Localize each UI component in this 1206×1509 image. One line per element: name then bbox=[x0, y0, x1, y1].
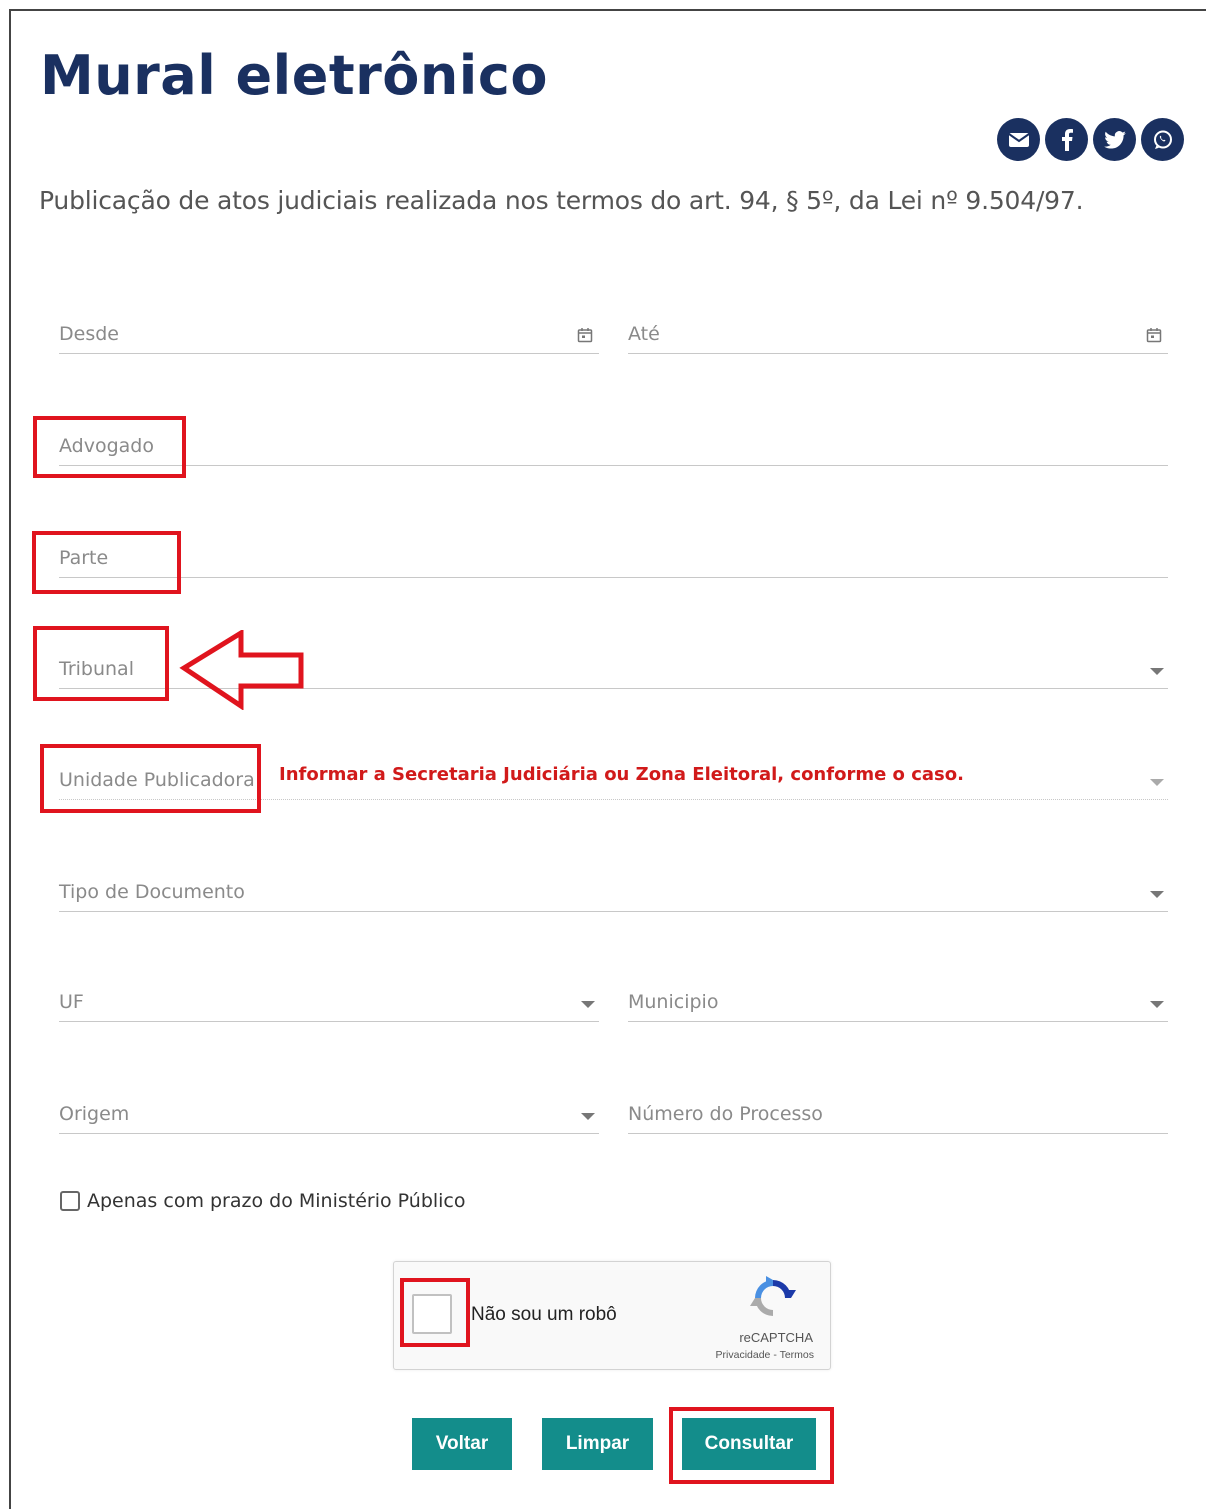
uf-label: UF bbox=[59, 991, 84, 1013]
numero-processo-input[interactable]: Número do Processo bbox=[628, 1093, 1168, 1134]
chevron-down-icon bbox=[581, 1001, 595, 1008]
chevron-down-icon bbox=[1150, 668, 1164, 675]
chevron-down-icon bbox=[1150, 779, 1164, 786]
facebook-icon[interactable] bbox=[1045, 118, 1088, 161]
ministerio-publico-row[interactable]: Apenas com prazo do Ministério Público bbox=[60, 1190, 466, 1212]
recaptcha-label: Não sou um robô bbox=[471, 1304, 617, 1325]
ministerio-publico-label: Apenas com prazo do Ministério Público bbox=[87, 1190, 466, 1212]
origem-select[interactable]: Origem bbox=[59, 1093, 599, 1134]
recaptcha-brand: reCAPTCHA bbox=[739, 1330, 813, 1345]
origem-label: Origem bbox=[59, 1103, 130, 1125]
unidade-hint: Informar a Secretaria Judiciária ou Zona… bbox=[279, 764, 964, 785]
parte-field[interactable]: Parte bbox=[59, 537, 1168, 578]
ate-label: Até bbox=[628, 323, 660, 345]
recaptcha-terms-link[interactable]: Termos bbox=[780, 1349, 814, 1361]
municipio-select[interactable]: Municipio bbox=[628, 981, 1168, 1022]
highlight-unidade bbox=[40, 744, 261, 813]
recaptcha-logo-icon bbox=[750, 1276, 796, 1325]
share-bar bbox=[997, 118, 1184, 161]
limpar-button[interactable]: Limpar bbox=[542, 1418, 653, 1470]
recaptcha-separator: - bbox=[770, 1349, 780, 1361]
whatsapp-icon[interactable] bbox=[1141, 118, 1184, 161]
uf-select[interactable]: UF bbox=[59, 981, 599, 1022]
highlight-tribunal bbox=[33, 626, 169, 701]
tipo-documento-label: Tipo de Documento bbox=[59, 881, 245, 903]
voltar-button[interactable]: Voltar bbox=[412, 1418, 512, 1470]
desde-label: Desde bbox=[59, 323, 119, 345]
municipio-label: Municipio bbox=[628, 991, 719, 1013]
page-title: Mural eletrônico bbox=[40, 44, 548, 107]
tipo-documento-select[interactable]: Tipo de Documento bbox=[59, 871, 1168, 912]
calendar-icon[interactable] bbox=[577, 327, 593, 348]
calendar-icon[interactable] bbox=[1146, 327, 1162, 348]
advogado-field[interactable]: Advogado bbox=[59, 425, 1168, 466]
twitter-icon[interactable] bbox=[1093, 118, 1136, 161]
chevron-down-icon bbox=[1150, 1001, 1164, 1008]
recaptcha-links: Privacidade - Termos bbox=[716, 1349, 814, 1361]
ate-field[interactable]: Até bbox=[628, 313, 1168, 354]
highlight-captcha bbox=[400, 1278, 470, 1347]
envelope-icon[interactable] bbox=[997, 118, 1040, 161]
highlight-consultar bbox=[669, 1407, 834, 1484]
highlight-advogado bbox=[33, 416, 186, 478]
chevron-down-icon bbox=[1150, 891, 1164, 898]
recaptcha-privacy-link[interactable]: Privacidade bbox=[716, 1349, 771, 1361]
desde-field[interactable]: Desde bbox=[59, 313, 599, 354]
page-subtitle: Publicação de atos judiciais realizada n… bbox=[39, 186, 1084, 215]
ministerio-publico-checkbox[interactable] bbox=[60, 1191, 80, 1211]
arrow-left-icon bbox=[179, 630, 304, 710]
chevron-down-icon bbox=[581, 1113, 595, 1120]
highlight-parte bbox=[32, 531, 181, 594]
numero-processo-label: Número do Processo bbox=[628, 1103, 823, 1125]
